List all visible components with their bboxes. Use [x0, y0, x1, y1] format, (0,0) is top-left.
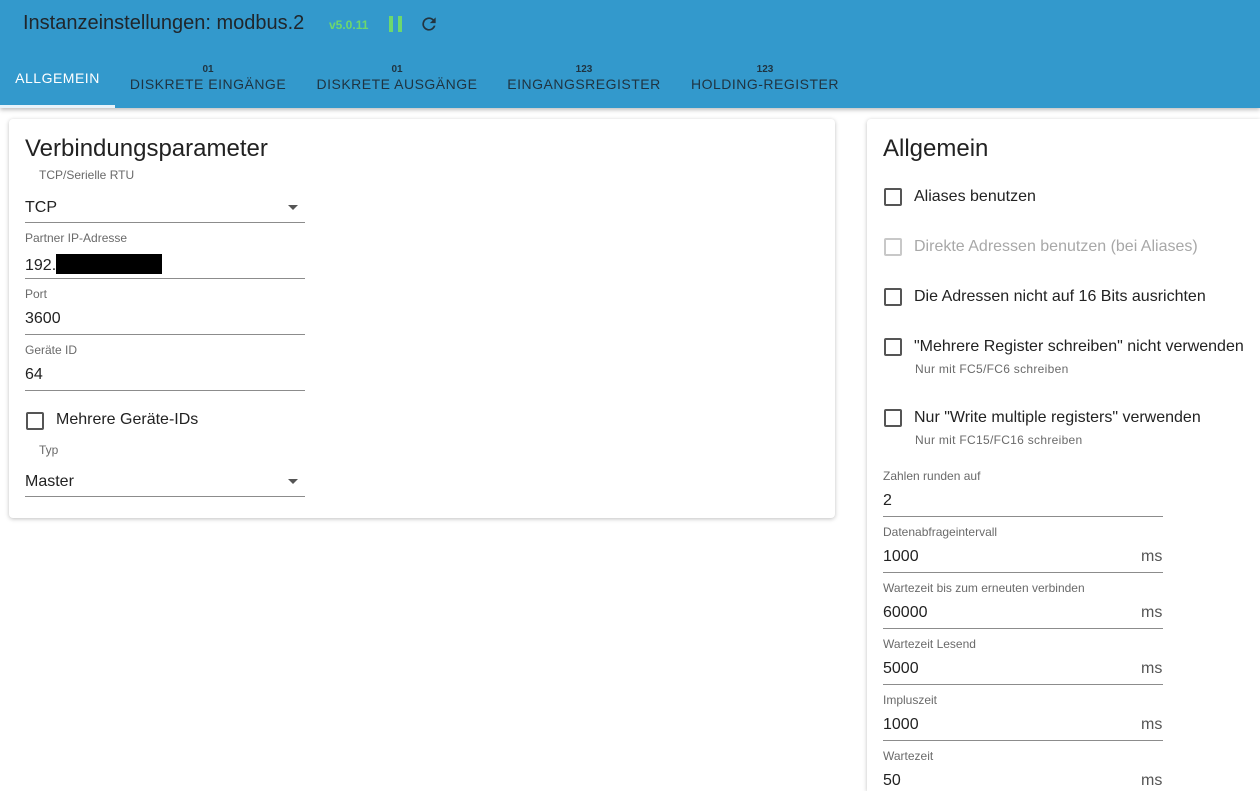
field-value: Master — [25, 473, 74, 490]
tab-allgemein[interactable]: ALLGEMEIN — [0, 50, 115, 108]
tab-eingangsregister[interactable]: 123 EINGANGSREGISTER — [500, 50, 668, 108]
field-value: 2 — [883, 492, 892, 509]
reload-icon[interactable] — [419, 14, 439, 34]
field-label: Zahlen runden auf — [883, 469, 981, 483]
field-label: Port — [25, 287, 48, 301]
tab-holding-register[interactable]: 123 HOLDING-REGISTER — [684, 50, 846, 108]
unit-label: ms — [1141, 604, 1163, 621]
field-value: 64 — [25, 366, 43, 383]
tab-label: HOLDING-REGISTER — [690, 76, 839, 92]
page-title: Instanzeinstellungen: modbus.2 — [23, 12, 305, 34]
no-multi-write-label: "Mehrere Register schreiben" nicht verwe… — [914, 338, 1244, 355]
only-multi-write-help: Nur mit FC15/FC16 schreiben — [915, 433, 1083, 447]
field-underline — [883, 684, 1163, 685]
only-multi-write-label: Nur "Write multiple registers" verwenden — [914, 409, 1201, 426]
field-underline — [883, 516, 1163, 517]
unit-label: ms — [1141, 716, 1163, 733]
aliases-checkbox[interactable] — [884, 188, 902, 206]
read-timeout-field[interactable]: Wartezeit Lesend 5000 ms — [883, 637, 1163, 687]
aliases-label: Aliases benutzen — [914, 188, 1036, 205]
tab-label: EINGANGSREGISTER — [507, 76, 661, 92]
tab-type-badge: 123 — [756, 64, 774, 75]
field-label: Datenabfrageintervall — [883, 525, 998, 539]
unit-label: ms — [1141, 772, 1163, 789]
tab-label: DISKRETE AUSGÄNGE — [316, 76, 478, 92]
tab-type-badge: 01 — [391, 64, 403, 75]
field-value: 60000 — [883, 604, 928, 621]
field-label: Typ — [39, 443, 59, 457]
device-id-field[interactable]: Geräte ID 64 — [25, 343, 305, 393]
field-label: Impluszeit — [883, 693, 938, 707]
round-field[interactable]: Zahlen runden auf 2 — [883, 469, 1163, 519]
unit-label: ms — [1141, 660, 1163, 677]
wait-time-field[interactable]: Wartezeit 50 ms — [883, 749, 1163, 791]
tab-active-indicator — [0, 105, 115, 108]
no-align-16bit-label: Die Adressen nicht auf 16 Bits ausrichte… — [914, 288, 1206, 305]
field-label: Wartezeit bis zum erneuten verbinden — [883, 581, 1085, 595]
direct-addresses-label: Direkte Adressen benutzen (bei Aliases) — [914, 238, 1198, 255]
no-multi-write-checkbox[interactable] — [884, 338, 902, 356]
only-multi-write-checkbox[interactable] — [884, 409, 902, 427]
chevron-down-icon — [288, 205, 298, 210]
connection-title: Verbindungsparameter — [25, 135, 268, 162]
field-value: 1000 — [883, 716, 919, 733]
app-header: Instanzeinstellungen: modbus.2 v5.0.11 A… — [0, 0, 1260, 108]
connection-card: Verbindungsparameter TCP/Serielle RTU TC… — [9, 119, 835, 518]
field-underline — [25, 334, 305, 335]
version-badge: v5.0.11 — [329, 18, 369, 32]
field-underline — [883, 572, 1163, 573]
field-value: 192. — [25, 254, 163, 275]
pulse-time-field[interactable]: Impluszeit 1000 ms — [883, 693, 1163, 743]
field-label: Wartezeit — [883, 749, 934, 763]
field-label: Wartezeit Lesend — [883, 637, 976, 651]
field-underline — [25, 390, 305, 391]
tab-diskrete-ausgaenge[interactable]: 01 DISKRETE AUSGÄNGE — [310, 50, 484, 108]
field-value: 50 — [883, 772, 901, 789]
field-label: Partner IP-Adresse — [25, 231, 128, 245]
unit-label: ms — [1141, 548, 1163, 565]
field-value: 5000 — [883, 660, 919, 677]
general-title: Allgemein — [883, 135, 989, 162]
field-label: TCP/Serielle RTU — [39, 168, 135, 182]
chevron-down-icon — [288, 479, 298, 484]
ip-prefix: 192. — [25, 257, 57, 274]
field-label: Geräte ID — [25, 343, 78, 357]
tab-type-badge: 01 — [202, 64, 214, 75]
redacted-block — [56, 254, 163, 274]
multi-ids-label: Mehrere Geräte-IDs — [56, 411, 199, 428]
field-underline — [25, 278, 305, 279]
direct-addresses-checkbox — [884, 238, 902, 256]
no-multi-write-help: Nur mit FC5/FC6 schreiben — [915, 362, 1069, 376]
no-align-16bit-checkbox[interactable] — [884, 288, 902, 306]
field-underline — [883, 628, 1163, 629]
port-field[interactable]: Port 3600 — [25, 287, 305, 337]
field-value: 3600 — [25, 310, 61, 327]
field-value: TCP — [25, 199, 57, 216]
ip-address-field[interactable]: Partner IP-Adresse 192. — [25, 231, 305, 281]
multi-ids-checkbox[interactable] — [26, 412, 44, 430]
poll-interval-field[interactable]: Datenabfrageintervall 1000 ms — [883, 525, 1163, 575]
field-underline — [883, 740, 1163, 741]
field-underline — [25, 222, 305, 223]
connection-type-select[interactable]: TCP/Serielle RTU TCP — [25, 168, 305, 224]
tab-type-badge: 123 — [575, 64, 593, 75]
field-value: 1000 — [883, 548, 919, 565]
mode-select[interactable]: Typ Master — [25, 443, 305, 499]
pause-icon[interactable] — [388, 15, 404, 33]
tab-label: ALLGEMEIN — [15, 70, 100, 86]
tab-label: DISKRETE EINGÄNGE — [129, 76, 287, 92]
tab-diskrete-eingaenge[interactable]: 01 DISKRETE EINGÄNGE — [124, 50, 292, 108]
general-card: Allgemein Aliases benutzen Direkte Adres… — [867, 119, 1260, 791]
field-underline — [25, 496, 305, 497]
reconnect-wait-field[interactable]: Wartezeit bis zum erneuten verbinden 600… — [883, 581, 1163, 631]
